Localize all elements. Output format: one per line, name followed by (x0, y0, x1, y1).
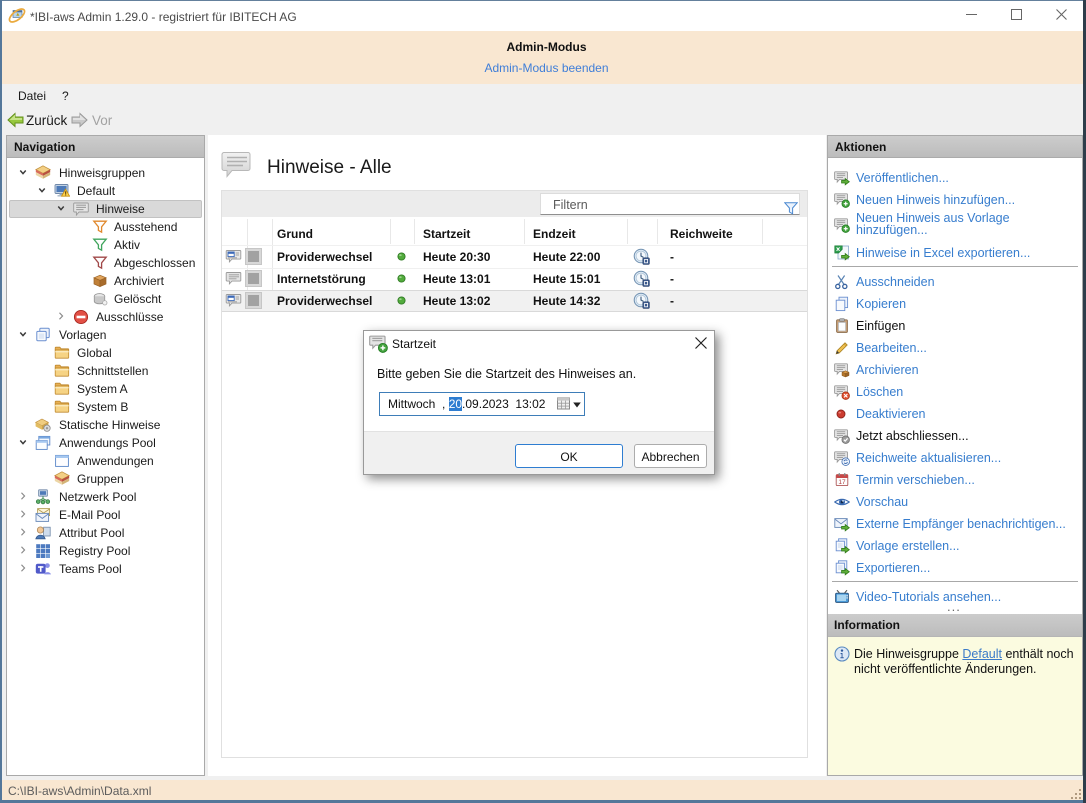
svg-text:17: 17 (838, 479, 846, 486)
